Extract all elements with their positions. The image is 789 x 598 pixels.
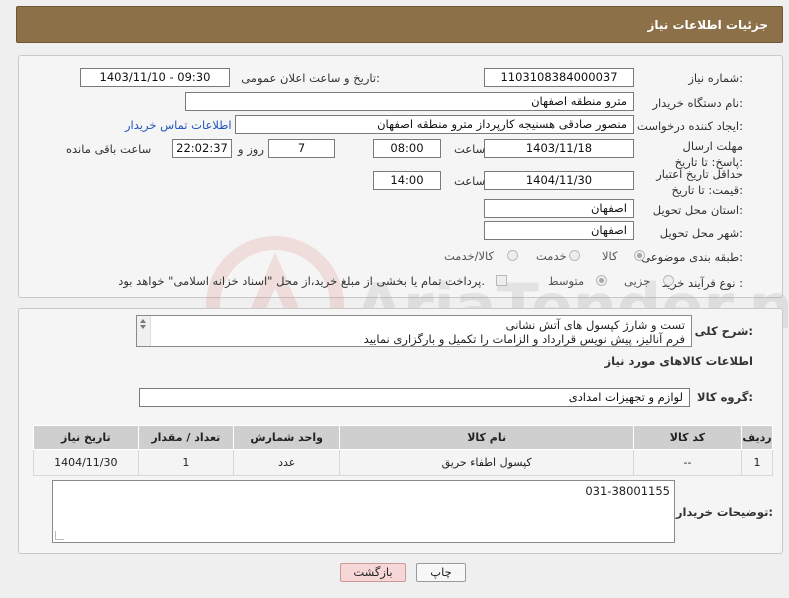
reply-time-label: ساعت <box>454 142 486 156</box>
creator-field: منصور صادقی هسنیجه کارپرداز مترو منطقه ا… <box>235 115 634 134</box>
validity-date-field: 1404/11/30 <box>484 171 634 190</box>
buyer-notes-textarea[interactable]: 031-38001155 <box>52 480 675 543</box>
category-goods-radio[interactable] <box>634 250 645 261</box>
category-both-label: کالا/خدمت <box>444 249 495 263</box>
table-row: 1 -- کپسول اطفاء حریق عدد 1 1404/11/30 <box>33 449 773 476</box>
cell-row: 1 <box>741 449 773 476</box>
goods-table-header: ردیف کد کالا نام کالا واحد شمارش تعداد /… <box>33 425 773 450</box>
validity-time-label: ساعت <box>454 174 486 188</box>
treasury-checkbox[interactable] <box>496 275 507 286</box>
col-row: ردیف <box>741 425 773 450</box>
buyer-org-label: نام دستگاه خریدار: <box>652 96 743 110</box>
description-line-2: فرم آنالیز، پیش نویس قرارداد و الزامات ر… <box>363 332 685 346</box>
reply-time-field: 08:00 <box>373 139 441 158</box>
cell-code: -- <box>632 449 743 476</box>
buyer-contact-link[interactable]: اطلاعات تماس خریدار <box>125 118 232 132</box>
process-minor-radio[interactable] <box>663 275 674 286</box>
page-title: جزئیات اطلاعات نیاز <box>647 18 768 32</box>
description-textarea[interactable]: تست و شارژ کپسول های آتش نشانی فرم آنالی… <box>136 315 692 347</box>
category-goods-label: کالا <box>602 249 618 263</box>
goods-group-field: لوازم و تجهیزات امدادی <box>139 388 690 407</box>
process-minor-label: جزیی <box>624 274 651 288</box>
back-button[interactable]: بازگشت <box>340 563 406 582</box>
payment-note: پرداخت تمام یا بخشی از مبلغ خرید،از محل … <box>118 274 485 288</box>
creator-label: ایجاد کننده درخواست: <box>637 119 743 133</box>
category-service-label: خدمت <box>536 249 567 263</box>
col-name: نام کالا <box>339 425 634 450</box>
process-medium-label: متوسط <box>548 274 585 288</box>
scroll-up-icon[interactable] <box>140 319 146 323</box>
col-unit: واحد شمارش <box>233 425 341 450</box>
process-label: نوع فرآیند خرید : <box>661 276 743 290</box>
buyer-notes-label: توضیحات خریدار: <box>675 505 773 519</box>
buyer-org-field: مترو منطقه اصفهان <box>185 92 634 111</box>
announce-field: 1403/11/10 - 09:30 <box>80 68 230 87</box>
goods-table: ردیف کد کالا نام کالا واحد شمارش تعداد /… <box>33 425 773 476</box>
cell-date: 1404/11/30 <box>33 449 139 476</box>
col-code: کد کالا <box>632 425 743 450</box>
process-medium-radio[interactable] <box>596 275 607 286</box>
category-service-radio[interactable] <box>569 250 580 261</box>
days-field: 7 <box>268 139 335 158</box>
city-label: شهر محل تحویل: <box>659 226 743 240</box>
description-line-1: تست و شارژ کپسول های آتش نشانی <box>505 318 685 332</box>
province-label: استان محل تحویل: <box>652 203 743 217</box>
scroll-down-icon[interactable] <box>140 325 146 329</box>
goods-section-title: اطلاعات کالاهای مورد نیاز <box>604 354 753 368</box>
cell-unit: عدد <box>233 449 341 476</box>
goods-group-label: گروه کالا: <box>697 390 753 404</box>
price-validity-label: حداقل تاریخ اعتبار قیمت: تا تاریخ: <box>656 167 743 197</box>
buyer-notes-value: 031-38001155 <box>585 484 670 498</box>
resize-handle-icon[interactable] <box>55 531 64 540</box>
announce-label: تاریخ و ساعت اعلان عمومی: <box>241 71 380 85</box>
reply-date-field: 1403/11/18 <box>484 139 634 158</box>
print-button[interactable]: چاپ <box>416 563 466 582</box>
need-number-field: 1103108384000037 <box>484 68 634 87</box>
cell-qty: 1 <box>137 449 235 476</box>
province-field: اصفهان <box>484 199 634 218</box>
page-header: جزئیات اطلاعات نیاز <box>16 6 783 43</box>
city-field: اصفهان <box>484 221 634 240</box>
description-scrollbar[interactable] <box>137 316 151 346</box>
category-both-radio[interactable] <box>507 250 518 261</box>
col-qty: تعداد / مقدار <box>137 425 235 450</box>
col-date: تاریخ نیاز <box>33 425 139 450</box>
cell-name: کپسول اطفاء حریق <box>339 449 634 476</box>
remaining-label: ساعت باقی مانده <box>66 142 152 156</box>
validity-time-field: 14:00 <box>373 171 441 190</box>
category-label: طبقه بندی موضوعی: <box>641 250 743 264</box>
remaining-time-field: 22:02:37 <box>172 139 232 158</box>
need-number-label: شماره نیاز: <box>688 71 743 85</box>
days-label: روز و <box>238 142 264 156</box>
